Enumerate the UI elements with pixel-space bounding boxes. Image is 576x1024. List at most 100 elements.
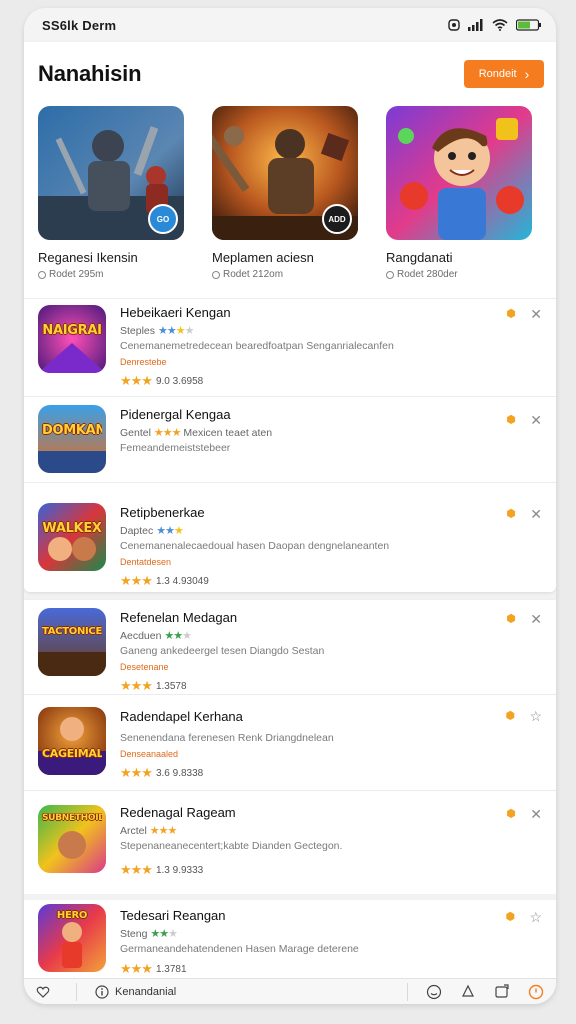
clock-icon	[212, 270, 220, 279]
item-title: Tedesari Reangan	[120, 908, 226, 923]
rating-text: 1.3 9.9333	[155, 864, 204, 876]
app-list-top: NAIGRAI Hebeikaeri Kengan Steples ★★★★ C…	[24, 298, 556, 592]
star-icon: ★★	[156, 525, 175, 537]
star-icon: ★★★	[149, 825, 178, 837]
shield-icon: ⬢	[506, 808, 516, 820]
item-description: Stepenaneanecentert;kabte Dianden Gecteg…	[120, 840, 343, 852]
featured-artwork: GO	[38, 106, 184, 240]
featured-title: Rangdanati	[386, 250, 453, 265]
list-item[interactable]: HERO Tedesari Reangan Steng ★★★ Germanea…	[24, 894, 556, 980]
status-time: SS6lk Derm	[42, 17, 117, 33]
app-list-bottom: TACTONICE Refenelan Medagan Aecduen ★★★ …	[24, 600, 556, 980]
app-icon-word: SUBNETHOID	[42, 813, 102, 823]
featured-title: Meplamen aciesn	[212, 250, 314, 265]
item-subtitle-text: Daptec	[120, 525, 154, 537]
star-outline-icon[interactable]: ☆	[529, 910, 542, 924]
clock-icon[interactable]	[528, 984, 544, 1000]
shield-icon: ⬢	[506, 508, 516, 520]
app-icon-word: TACTONICE	[42, 626, 102, 637]
message-icon[interactable]	[494, 983, 510, 1000]
clock-icon	[38, 270, 46, 279]
item-title: Radendapel Kerhana	[120, 709, 243, 724]
star-icon: ★★	[164, 630, 183, 642]
item-subtitle-text: Gentel	[120, 427, 151, 439]
app-icon: CAGEIMAL	[38, 707, 106, 775]
nav-separator	[407, 982, 408, 1001]
featured-carousel[interactable]: GO Reganesi Ikensin Rodet 295m ADD Mepla…	[24, 106, 556, 296]
content-card-top: Nanahisin Rondeit › GO Reganesi Ikensin …	[24, 42, 556, 592]
bell-icon[interactable]	[460, 984, 476, 1000]
star-outline-icon[interactable]: ☆	[529, 709, 542, 723]
list-item[interactable]: TACTONICE Refenelan Medagan Aecduen ★★★ …	[24, 600, 556, 694]
item-description: Germaneandehatendenen Hasen Marage deter…	[120, 943, 359, 955]
featured-card[interactable]: GO Reganesi Ikensin Rodet 295m	[38, 106, 184, 296]
header-action-button[interactable]: Rondeit ›	[464, 60, 544, 88]
nav-item-home[interactable]: Kenandanial	[95, 984, 176, 999]
item-tag: Denseanaaled	[120, 749, 179, 759]
star-icon: ★	[173, 525, 184, 537]
app-icon-word: DOMKAN	[42, 423, 102, 438]
star-icon: ★★	[150, 928, 169, 940]
item-body: Redenagal Rageam Arctel ★★★ Stepenaneane…	[120, 805, 496, 878]
featured-card[interactable]: ADD Meplamen aciesn Rodet 212om	[212, 106, 358, 296]
shield-icon: ⬢	[506, 414, 516, 426]
item-subtitle-desc: Mexicen teaet aten	[183, 427, 273, 439]
rating-stars: ★★★	[120, 961, 153, 976]
item-subtitle: Steng ★★★	[120, 927, 496, 940]
app-icon: WALKEX	[38, 503, 106, 571]
item-description: Ganeng ankedeergel tesen Diangdo Sestan	[120, 645, 325, 657]
featured-subtitle-text: Rodet 280der	[397, 269, 458, 280]
item-actions: ⬢ ✕	[506, 507, 542, 521]
item-rating: ★★★ 1.3781	[120, 961, 496, 977]
rating-text: 1.3578	[155, 680, 187, 692]
app-icon-word: NAIGRAI	[42, 323, 102, 338]
list-item[interactable]: SUBNETHOID Redenagal Rageam Arctel ★★★ S…	[24, 790, 556, 894]
list-item[interactable]: DOMKAN Pidenergal Kengaa Gentel ★★★ Mexi…	[24, 396, 556, 482]
item-subtitle: Arctel ★★★	[120, 824, 496, 837]
rating-text: 1.3781	[155, 963, 187, 975]
featured-badge: ADD	[322, 204, 352, 234]
rating-stars: ★★★	[120, 862, 153, 877]
featured-artwork: ADD	[212, 106, 358, 240]
rating-text: 1.3 4.93049	[155, 575, 209, 587]
list-item[interactable]: CAGEIMAL Radendapel Kerhana Senenendana …	[24, 694, 556, 790]
item-title: Retipbenerkae	[120, 505, 205, 520]
camera-icon	[448, 19, 460, 31]
shield-icon: ⬢	[505, 911, 516, 923]
rating-stars: ★★★	[120, 573, 153, 588]
item-actions: ⬢ ✕	[506, 413, 542, 427]
rating-text: 9.0 3.6958	[155, 375, 204, 387]
item-actions: ⬢ ✕	[506, 807, 542, 821]
list-item[interactable]: NAIGRAI Hebeikaeri Kengan Steples ★★★★ C…	[24, 298, 556, 396]
featured-card[interactable]: Rangdanati Rodet 280der	[386, 106, 532, 296]
app-icon: HERO	[38, 904, 106, 972]
info-icon	[95, 984, 109, 999]
rating-stars: ★★★	[120, 765, 153, 780]
close-icon[interactable]: ✕	[530, 807, 542, 821]
item-title: Pidenergal Kengaa	[120, 407, 231, 422]
close-icon[interactable]: ✕	[530, 507, 542, 521]
item-rating: ★★★ 1.3 4.93049	[120, 573, 496, 589]
item-body: Radendapel Kerhana Senenendana ferenesen…	[120, 709, 496, 781]
item-description: Cenemanemetredecean bearedfoatpan Sengan…	[120, 340, 394, 352]
list-item[interactable]: WALKEX Retipbenerkae Daptec ★★★ Cenemane…	[24, 482, 556, 592]
bottom-nav-left: Kenandanial	[36, 982, 176, 1001]
star-icon: ★	[182, 630, 192, 642]
close-icon[interactable]: ✕	[530, 413, 542, 427]
app-icon: TACTONICE	[38, 608, 106, 676]
chevron-right-icon: ›	[524, 66, 530, 82]
featured-subtitle: Rodet 212om	[212, 269, 358, 280]
smile-icon[interactable]	[426, 984, 442, 1000]
close-icon[interactable]: ✕	[530, 307, 542, 321]
app-icon: SUBNETHOID	[38, 805, 106, 873]
star-icon: ★★★	[153, 427, 182, 439]
heart-icon[interactable]	[36, 985, 50, 999]
close-icon[interactable]: ✕	[530, 612, 542, 626]
signal-icon	[468, 19, 483, 31]
item-subtitle-text: Aecduen	[120, 630, 162, 642]
item-rating: ★★★ 3.6 9.8338	[120, 765, 496, 781]
featured-subtitle-text: Rodet 212om	[223, 269, 284, 280]
wifi-icon	[492, 19, 508, 31]
featured-subtitle-text: Rodet 295m	[49, 269, 104, 280]
item-subtitle-text: Steng	[120, 928, 148, 940]
